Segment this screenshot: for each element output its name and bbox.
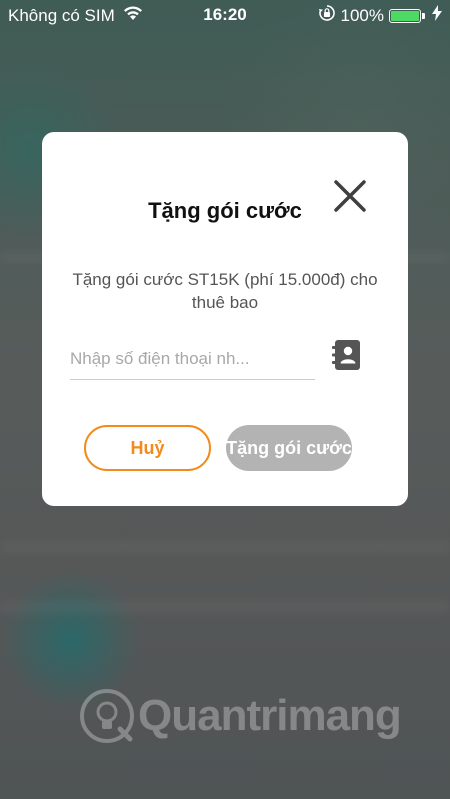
cancel-button[interactable]: Huỷ bbox=[84, 425, 211, 471]
charging-bolt-icon bbox=[432, 5, 442, 26]
lightbulb-logo-icon bbox=[80, 689, 134, 743]
close-button[interactable] bbox=[330, 176, 370, 216]
background-blur bbox=[0, 540, 450, 554]
contact-book-icon[interactable] bbox=[332, 339, 362, 371]
battery-percent: 100% bbox=[340, 5, 384, 25]
app-screen: Không có SIM 16:20 100% Tặng gói cước Tặ… bbox=[0, 0, 450, 799]
status-bar: Không có SIM 16:20 100% bbox=[0, 0, 450, 30]
battery-level bbox=[391, 10, 419, 21]
status-right: 100% bbox=[318, 4, 442, 27]
battery-icon bbox=[389, 8, 425, 23]
watermark-text: Quantrimang bbox=[138, 691, 402, 740]
gift-package-dialog: Tặng gói cước Tặng gói cước ST15K (phí 1… bbox=[42, 132, 408, 506]
gift-package-button[interactable]: Tặng gói cước bbox=[226, 425, 352, 471]
phone-number-input[interactable] bbox=[70, 339, 315, 380]
orientation-lock-icon bbox=[318, 4, 336, 27]
background-blur bbox=[0, 600, 450, 614]
dialog-message: Tặng gói cước ST15K (phí 15.000đ) cho th… bbox=[72, 270, 378, 312]
contact-picker-button[interactable] bbox=[332, 339, 362, 371]
watermark-logo: Quantrimang bbox=[80, 684, 402, 748]
close-icon[interactable] bbox=[330, 176, 370, 216]
